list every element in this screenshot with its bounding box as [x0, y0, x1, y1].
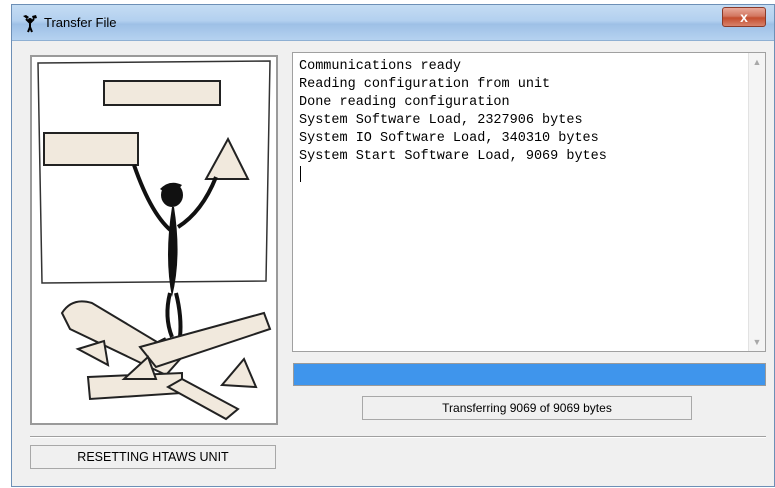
log-line: System Start Software Load, 9069 bytes — [299, 149, 607, 164]
log-line: Done reading configuration — [299, 95, 510, 110]
stick-figure-illustration — [37, 60, 272, 421]
dialog-body: Communications ready Reading configurati… — [12, 41, 774, 488]
title-bar[interactable]: Transfer File x — [12, 5, 774, 41]
close-button[interactable]: x — [722, 7, 766, 27]
transfer-progress-bar — [293, 363, 766, 386]
log-line: System Software Load, 2327906 bytes — [299, 113, 583, 128]
app-icon — [23, 15, 37, 33]
progress-fill — [294, 364, 765, 385]
log-textarea[interactable]: Communications ready Reading configurati… — [292, 52, 766, 352]
unit-status-panel: RESETTING HTAWS UNIT — [30, 445, 276, 469]
log-line: Communications ready — [299, 59, 462, 74]
log-line: System IO Software Load, 340310 bytes — [299, 131, 599, 146]
scroll-down-arrow-icon[interactable]: ▼ — [749, 337, 765, 347]
log-content: Communications ready Reading configurati… — [299, 58, 607, 182]
window-title: Transfer File — [44, 15, 117, 30]
scroll-up-arrow-icon[interactable]: ▲ — [749, 57, 765, 67]
log-line: Reading configuration from unit — [299, 77, 551, 92]
separator — [30, 436, 766, 438]
vertical-scrollbar[interactable]: ▲ ▼ — [748, 53, 765, 351]
transfer-status: Transferring 9069 of 9069 bytes — [362, 396, 692, 420]
text-caret — [300, 166, 301, 182]
transfer-illustration — [30, 55, 278, 425]
transfer-file-window: Transfer File x Communications ready Rea… — [11, 4, 775, 487]
